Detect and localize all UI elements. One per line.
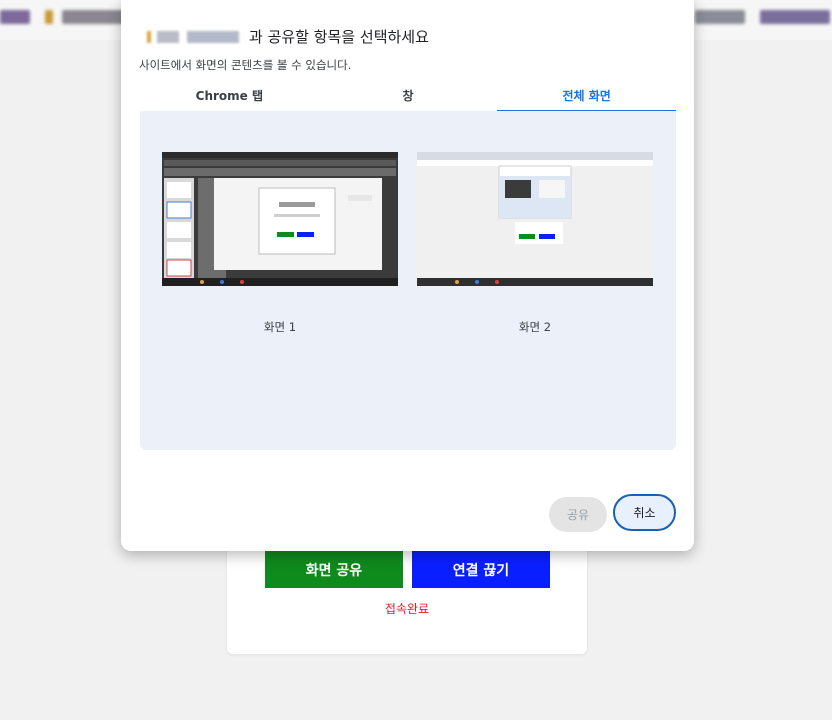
tab-window[interactable]: 창: [319, 84, 498, 111]
screen-share-dialog: 과 공유할 항목을 선택하세요 사이트에서 화면의 콘텐츠를 볼 수 있습니다.…: [121, 0, 694, 551]
site-origin-blurred: [147, 30, 243, 44]
share-screen-button[interactable]: 화면 공유: [265, 551, 403, 588]
screen-list-panel: 화면 1 화면 2: [140, 111, 676, 450]
screen-2-preview: [417, 152, 653, 286]
screen-1-label: 화면 1: [263, 320, 297, 334]
dialog-cancel-button[interactable]: 취소: [613, 494, 676, 531]
blurred-text: [45, 10, 53, 24]
blurred-text: [0, 10, 30, 24]
screen-1-thumbnail[interactable]: [162, 152, 398, 286]
blurred-text: [62, 10, 126, 24]
disconnect-button[interactable]: 연결 끊기: [412, 551, 550, 588]
screen-2-thumbnail[interactable]: [417, 152, 653, 286]
tab-entire-screen[interactable]: 전체 화면: [497, 84, 676, 112]
source-tabs: Chrome 탭 창 전체 화면: [140, 84, 676, 112]
connection-status: 접속완료: [384, 602, 430, 616]
blurred-text: [760, 10, 830, 24]
dialog-title-text: 과 공유할 항목을 선택하세요: [249, 28, 429, 46]
screen-1-preview: [162, 152, 398, 286]
tab-chrome-tab[interactable]: Chrome 탭: [140, 84, 319, 111]
dialog-subtitle: 사이트에서 화면의 콘텐츠를 볼 수 있습니다.: [139, 58, 352, 72]
dialog-share-button[interactable]: 공유: [549, 497, 607, 532]
blurred-text: [695, 10, 745, 24]
screen-2-label: 화면 2: [518, 320, 552, 334]
dialog-title: 과 공유할 항목을 선택하세요: [147, 26, 429, 47]
